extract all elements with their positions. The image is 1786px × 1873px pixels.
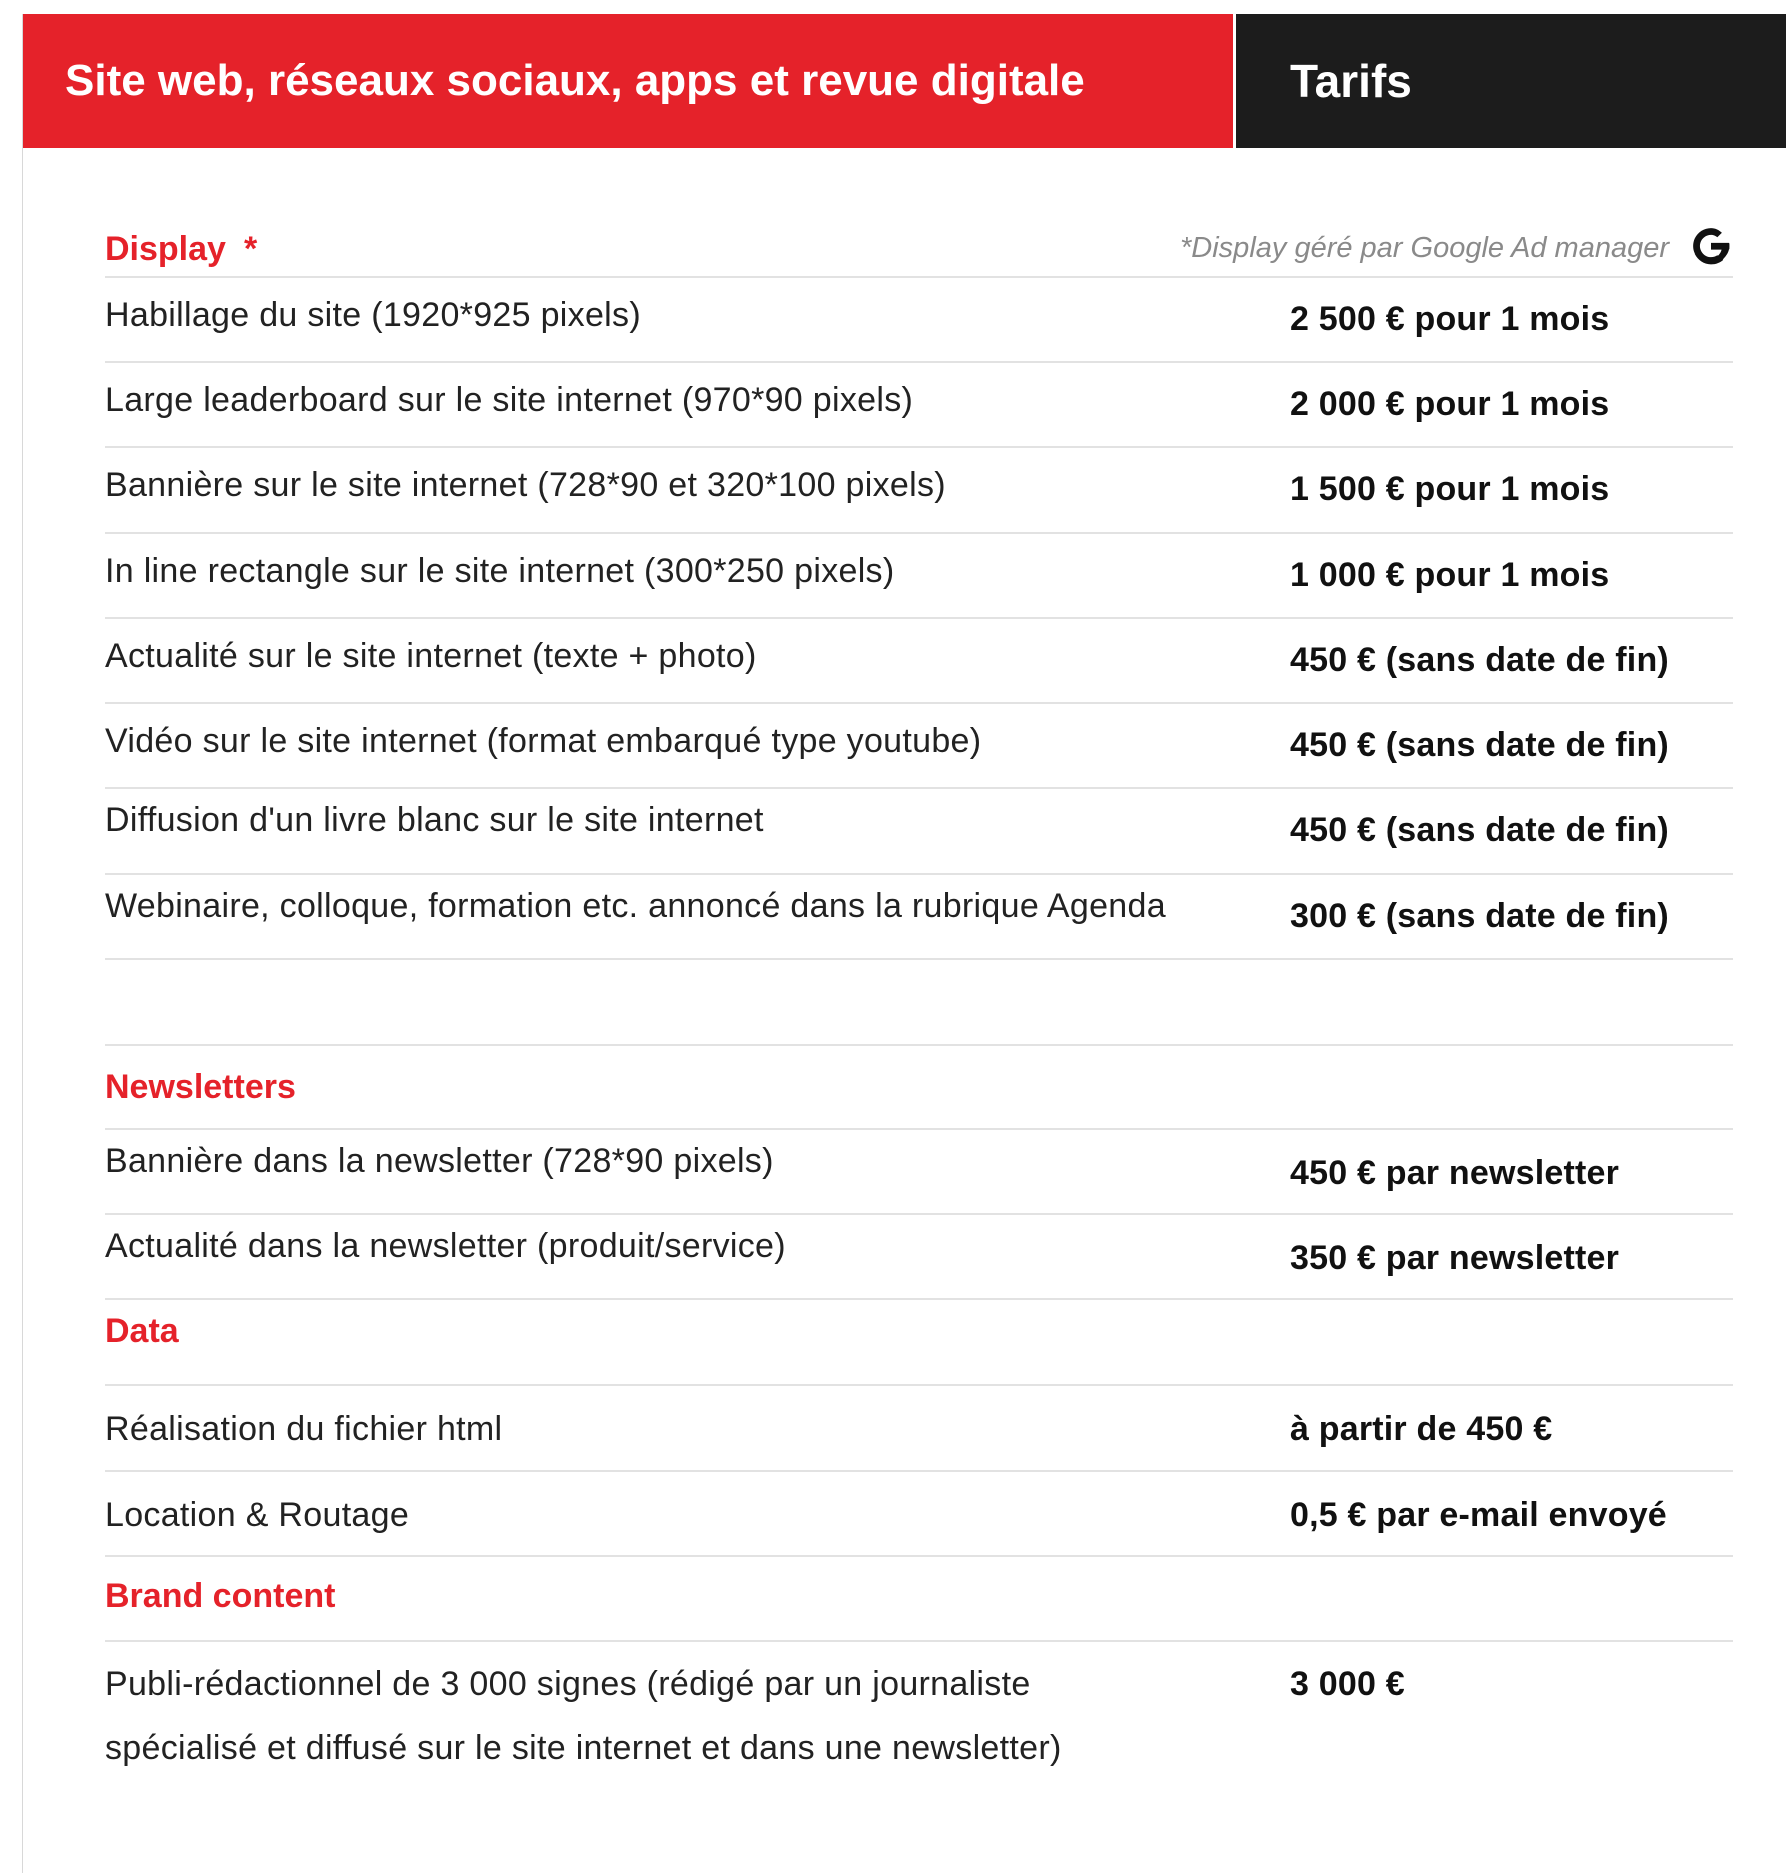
pricing-content: Display * *Display géré par Google Ad man… <box>105 148 1733 1800</box>
row-price: 450 € (sans date de fin) <box>1290 726 1669 764</box>
table-row: Réalisation du fichier html à partir de … <box>105 1384 1733 1470</box>
table-row: Actualité sur le site internet (texte + … <box>105 617 1733 702</box>
row-label-line-1: Publi-rédactionnel de 3 000 signes (rédi… <box>105 1665 1031 1703</box>
table-row: Vidéo sur le site internet (format embar… <box>105 702 1733 787</box>
table-row: Diffusion d'un livre blanc sur le site i… <box>105 787 1733 873</box>
table-row: Habillage du site (1920*925 pixels) 2 50… <box>105 276 1733 361</box>
data-section-header: Data <box>105 1298 1733 1384</box>
row-label: Diffusion d'un livre blanc sur le site i… <box>105 801 764 839</box>
table-row: Webinaire, colloque, formation etc. anno… <box>105 873 1733 958</box>
display-section-header: Display * *Display géré par Google Ad man… <box>105 148 1733 276</box>
row-price: 300 € (sans date de fin) <box>1290 897 1669 935</box>
display-title-text: Display <box>105 230 226 268</box>
header-title-tarifs: Tarifs <box>1236 14 1786 148</box>
row-price: 2 000 € pour 1 mois <box>1290 385 1610 423</box>
section-title-display: Display * <box>105 230 257 269</box>
row-price: 1 500 € pour 1 mois <box>1290 470 1610 508</box>
row-price: 2 500 € pour 1 mois <box>1290 300 1610 338</box>
section-title-newsletters: Newsletters <box>105 1068 296 1106</box>
row-label: Location & Routage <box>105 1496 410 1534</box>
row-label: Actualité dans la newsletter (produit/se… <box>105 1227 786 1265</box>
row-price: 450 € par newsletter <box>1290 1154 1620 1192</box>
newsletters-section-header: Newsletters <box>105 1044 1733 1128</box>
table-row: Large leaderboard sur le site internet (… <box>105 361 1733 446</box>
table-row: Bannière dans la newsletter (728*90 pixe… <box>105 1128 1733 1213</box>
table-row: Bannière sur le site internet (728*90 et… <box>105 446 1733 532</box>
row-label: Bannière sur le site internet (728*90 et… <box>105 466 946 504</box>
row-price: 450 € (sans date de fin) <box>1290 641 1669 679</box>
row-label: Actualité sur le site internet (texte + … <box>105 637 757 675</box>
row-label: Bannière dans la newsletter (728*90 pixe… <box>105 1142 774 1180</box>
row-label: Publi-rédactionnel de 3 000 signes (rédi… <box>105 1652 1062 1780</box>
row-price: 450 € (sans date de fin) <box>1290 811 1669 849</box>
section-spacer <box>105 958 1733 1044</box>
table-row: Publi-rédactionnel de 3 000 signes (rédi… <box>105 1640 1733 1800</box>
display-note: *Display géré par Google Ad manager <box>1180 232 1669 264</box>
row-label: Webinaire, colloque, formation etc. anno… <box>105 887 1166 925</box>
header-title-services: Site web, réseaux sociaux, apps et revue… <box>23 14 1233 148</box>
google-g-icon <box>1693 228 1730 265</box>
section-title-data: Data <box>105 1312 179 1350</box>
section-title-brand-content: Brand content <box>105 1577 336 1615</box>
table-row: Actualité dans la newsletter (produit/se… <box>105 1213 1733 1298</box>
row-price: 3 000 € <box>1290 1665 1405 1703</box>
row-label: Habillage du site (1920*925 pixels) <box>105 296 641 334</box>
row-label: Vidéo sur le site internet (format embar… <box>105 722 982 760</box>
row-price: 350 € par newsletter <box>1290 1239 1620 1277</box>
row-label: Réalisation du fichier html <box>105 1410 503 1448</box>
pricing-header: Site web, réseaux sociaux, apps et revue… <box>23 14 1786 148</box>
table-row: In line rectangle sur le site internet (… <box>105 532 1733 617</box>
row-price: 1 000 € pour 1 mois <box>1290 556 1610 594</box>
pricing-card: Site web, réseaux sociaux, apps et revue… <box>22 14 1786 1873</box>
row-label-line-2: spécialisé et diffusé sur le site intern… <box>105 1729 1062 1767</box>
row-price: à partir de 450 € <box>1290 1410 1553 1448</box>
brand-content-section-header: Brand content <box>105 1555 1733 1640</box>
row-price: 0,5 € par e-mail envoyé <box>1290 1496 1667 1534</box>
row-label: Large leaderboard sur le site internet (… <box>105 381 914 419</box>
row-label: In line rectangle sur le site internet (… <box>105 552 895 590</box>
table-row: Location & Routage 0,5 € par e-mail envo… <box>105 1470 1733 1555</box>
display-star: * <box>243 230 258 268</box>
